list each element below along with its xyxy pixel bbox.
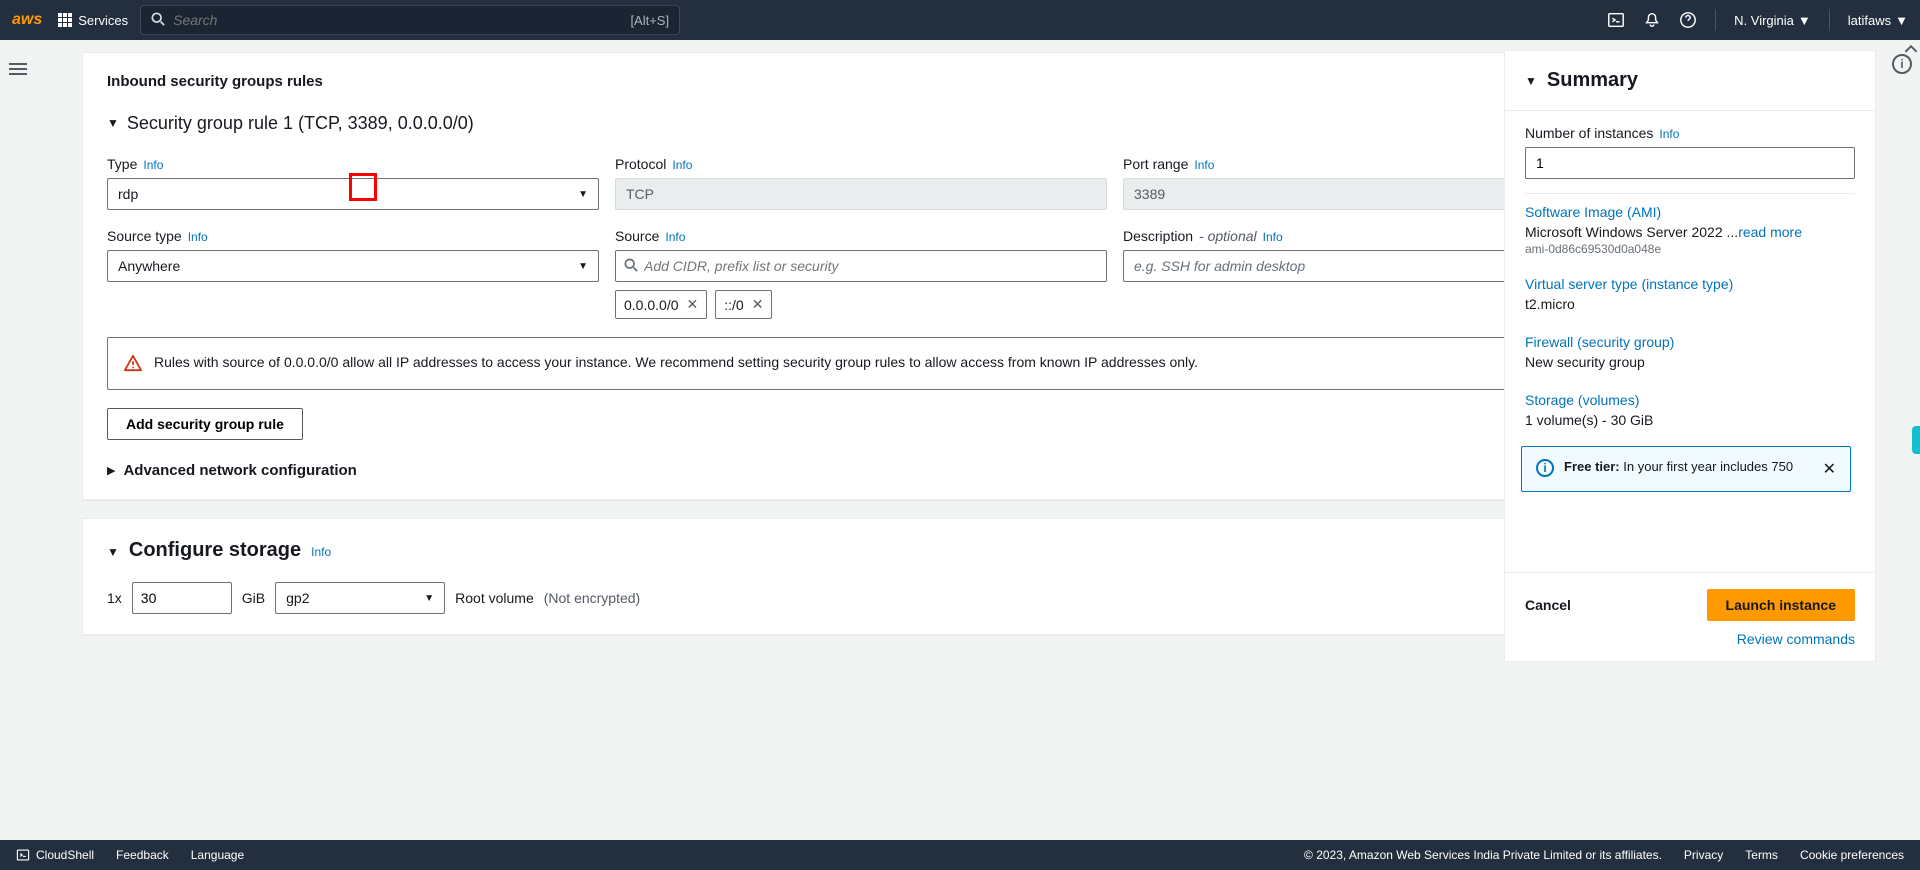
warning-alert: Rules with source of 0.0.0.0/0 allow all… (107, 337, 1615, 390)
free-tier-text: Free tier: In your first year includes 7… (1564, 459, 1813, 474)
rule-title: Security group rule 1 (TCP, 3389, 0.0.0.… (127, 113, 474, 134)
footer-language[interactable]: Language (191, 848, 244, 862)
summary-firewall-link[interactable]: Firewall (security group) (1525, 334, 1847, 350)
warning-icon (124, 354, 142, 375)
storage-panel: ▼ Configure storage Info Advanced 1x GiB… (82, 518, 1640, 635)
summary-ami-link[interactable]: Software Image (AMI) (1525, 204, 1847, 220)
num-instances-info-link[interactable]: Info (1659, 127, 1679, 141)
source-type-info-link[interactable]: Info (188, 230, 208, 244)
source-info-link[interactable]: Info (665, 230, 685, 244)
summary-ami-id: ami-0d86c69530d0a048e (1525, 242, 1847, 256)
description-label: Description (1123, 228, 1193, 244)
storage-root: Root volume (455, 590, 534, 606)
protocol-label: Protocol (615, 156, 666, 172)
storage-encrypt: (Not encrypted) (544, 590, 640, 606)
summary-header[interactable]: ▼ Summary (1505, 51, 1875, 111)
user-menu[interactable]: latifaws ▼ (1848, 13, 1908, 28)
right-rail: i (1884, 54, 1920, 74)
inbound-rules-title: Inbound security groups rules (107, 73, 1615, 90)
cloudshell-icon[interactable] (1607, 11, 1625, 29)
readmore-link[interactable]: read more (1738, 224, 1802, 240)
services-grid-icon (58, 13, 72, 27)
source-input[interactable] (615, 250, 1107, 282)
left-rail (0, 54, 36, 84)
storage-collapse-icon[interactable]: ▼ (107, 545, 119, 559)
close-icon[interactable]: ✕ (1823, 459, 1836, 479)
side-marker[interactable] (1912, 426, 1920, 454)
footer-feedback[interactable]: Feedback (116, 848, 169, 862)
search-box[interactable]: [Alt+S] (140, 5, 680, 35)
warning-text: Rules with source of 0.0.0.0/0 allow all… (154, 352, 1571, 373)
close-icon[interactable]: ✕ (752, 296, 764, 313)
protocol-info-link[interactable]: Info (672, 158, 692, 172)
footer-privacy[interactable]: Privacy (1684, 848, 1723, 862)
info-icon: i (1536, 459, 1554, 477)
source-search-field[interactable] (644, 258, 1098, 274)
summary-storage-value: 1 volume(s) - 30 GiB (1525, 412, 1847, 428)
add-rule-button[interactable]: Add security group rule (107, 408, 303, 440)
footer-copyright: © 2023, Amazon Web Services India Privat… (1304, 848, 1662, 862)
summary-ami-text: Microsoft Windows Server 2022 ...read mo… (1525, 224, 1847, 240)
storage-info-link[interactable]: Info (311, 545, 331, 559)
search-icon (624, 258, 638, 275)
hamburger-icon[interactable] (3, 54, 33, 84)
aws-logo[interactable]: aws (12, 11, 42, 29)
portrange-info-link[interactable]: Info (1194, 158, 1214, 172)
optional-label: - optional (1199, 228, 1257, 244)
chevron-down-icon: ▼ (1525, 74, 1537, 88)
storage-gib: GiB (242, 590, 265, 606)
type-info-link[interactable]: Info (143, 158, 163, 172)
source-token: ::/0 ✕ (715, 290, 772, 319)
portrange-label: Port range (1123, 156, 1188, 172)
storage-qty: 1x (107, 590, 122, 606)
free-tier-alert: i Free tier: In your first year includes… (1521, 446, 1851, 492)
chevron-right-icon: ▶ (107, 464, 115, 477)
services-button[interactable]: Services (58, 13, 128, 28)
services-label: Services (78, 13, 128, 28)
security-group-panel: Inbound security groups rules ▼ Security… (82, 52, 1640, 500)
source-label: Source (615, 228, 659, 244)
help-icon[interactable] (1679, 11, 1697, 29)
type-select[interactable]: rdp ▼ (107, 178, 599, 210)
advanced-network-toggle[interactable]: ▶ Advanced network configuration (107, 462, 1615, 479)
footer: CloudShell Feedback Language © 2023, Ama… (0, 840, 1920, 870)
summary-panel: ▼ Summary Number of instances Info Softw… (1504, 50, 1876, 662)
summary-instance-type-value: t2.micro (1525, 296, 1847, 312)
protocol-field: TCP (615, 178, 1107, 210)
source-type-select[interactable]: Anywhere ▼ (107, 250, 599, 282)
top-nav: aws Services [Alt+S] N. Virginia ▼ latif… (0, 0, 1920, 40)
storage-title: Configure storage (129, 539, 301, 562)
search-shortcut: [Alt+S] (630, 13, 669, 28)
summary-firewall-value: New security group (1525, 354, 1847, 370)
storage-size-input[interactable] (132, 582, 232, 614)
region-selector[interactable]: N. Virginia ▼ (1734, 13, 1811, 28)
footer-terms[interactable]: Terms (1745, 848, 1778, 862)
summary-scroll[interactable]: Software Image (AMI) Microsoft Windows S… (1505, 194, 1875, 572)
footer-cookies[interactable]: Cookie preferences (1800, 848, 1904, 862)
help-panel-toggle[interactable]: i (1892, 54, 1912, 74)
summary-instance-type-link[interactable]: Virtual server type (instance type) (1525, 276, 1847, 292)
scroll-up-icon[interactable] (1904, 42, 1918, 56)
notifications-icon[interactable] (1643, 11, 1661, 29)
cancel-button[interactable]: Cancel (1525, 597, 1571, 613)
search-input[interactable] (173, 12, 630, 28)
num-instances-input[interactable] (1525, 147, 1855, 179)
source-type-label: Source type (107, 228, 182, 244)
footer-cloudshell[interactable]: CloudShell (16, 848, 94, 862)
description-info-link[interactable]: Info (1263, 230, 1283, 244)
close-icon[interactable]: ✕ (687, 296, 699, 313)
chevron-down-icon: ▼ (578, 261, 588, 272)
search-icon (151, 12, 165, 29)
review-commands-link[interactable]: Review commands (1525, 631, 1855, 647)
launch-button[interactable]: Launch instance (1707, 589, 1855, 621)
num-instances-label: Number of instances (1525, 125, 1653, 141)
type-label: Type (107, 156, 137, 172)
source-token: 0.0.0.0/0 ✕ (615, 290, 707, 319)
summary-storage-link[interactable]: Storage (volumes) (1525, 392, 1847, 408)
chevron-down-icon: ▼ (578, 189, 588, 200)
storage-type-select[interactable]: gp2 ▼ (275, 582, 445, 614)
chevron-down-icon: ▼ (424, 593, 434, 604)
rule-collapse-icon[interactable]: ▼ (107, 116, 119, 130)
